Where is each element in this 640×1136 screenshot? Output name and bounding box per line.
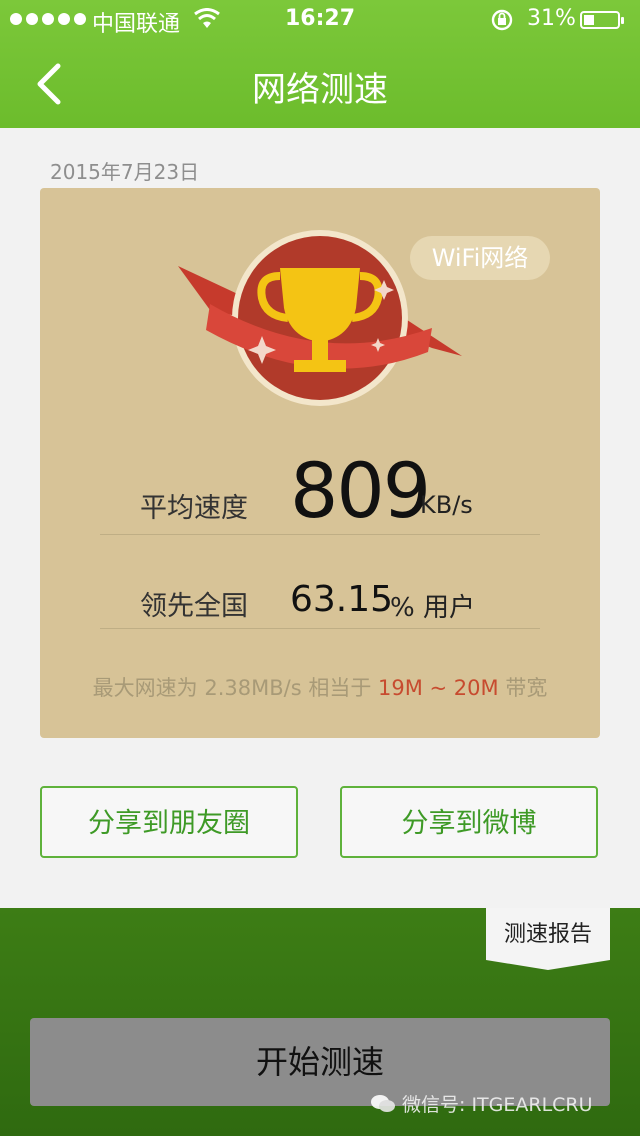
avg-speed-value: 809 [290,446,431,535]
divider [100,534,540,535]
share-moments-button[interactable]: 分享到朋友圈 [40,786,298,858]
rank-suffix: % 用户 [390,593,475,623]
avg-speed-label: 平均速度 [140,493,248,524]
test-date: 2015年7月23日 [50,160,200,184]
max-speed-note: 最大网速为 2.38MB/s 相当于 19M ~ 20M 带宽 [40,672,600,702]
wechat-icon [371,1094,395,1112]
avg-speed-unit: KB/s [420,491,473,519]
divider [100,628,540,629]
max-speed-note-suffix: 带宽 [498,676,548,700]
rank-label: 领先全国 [140,591,248,622]
watermark: 微信号: ITGEARLCRU [370,1090,593,1117]
page-title: 网络测速 [252,70,388,110]
speed-report-tab[interactable]: 测速报告 [486,908,610,970]
battery-percent: 31% [527,6,576,31]
header-bar: 中国联通 16:27 31% 网络测速 [0,0,640,128]
bandwidth-highlight: 19M ~ 20M [378,676,499,700]
result-card: WiFi网络 平均速度 809 KB/s 领先全国 63.15 % 用户 最大网… [40,188,600,738]
battery-icon [580,11,624,29]
watermark-text: 微信号: ITGEARLCRU [402,1094,593,1116]
rotation-lock-icon [491,9,513,31]
rank-value: 63.15 [290,579,394,620]
max-speed-note-prefix: 最大网速为 2.38MB/s 相当于 [92,676,378,700]
status-bar: 中国联通 16:27 31% [0,0,640,40]
share-weibo-button[interactable]: 分享到微博 [340,786,598,858]
network-type-badge: WiFi网络 [410,236,550,280]
